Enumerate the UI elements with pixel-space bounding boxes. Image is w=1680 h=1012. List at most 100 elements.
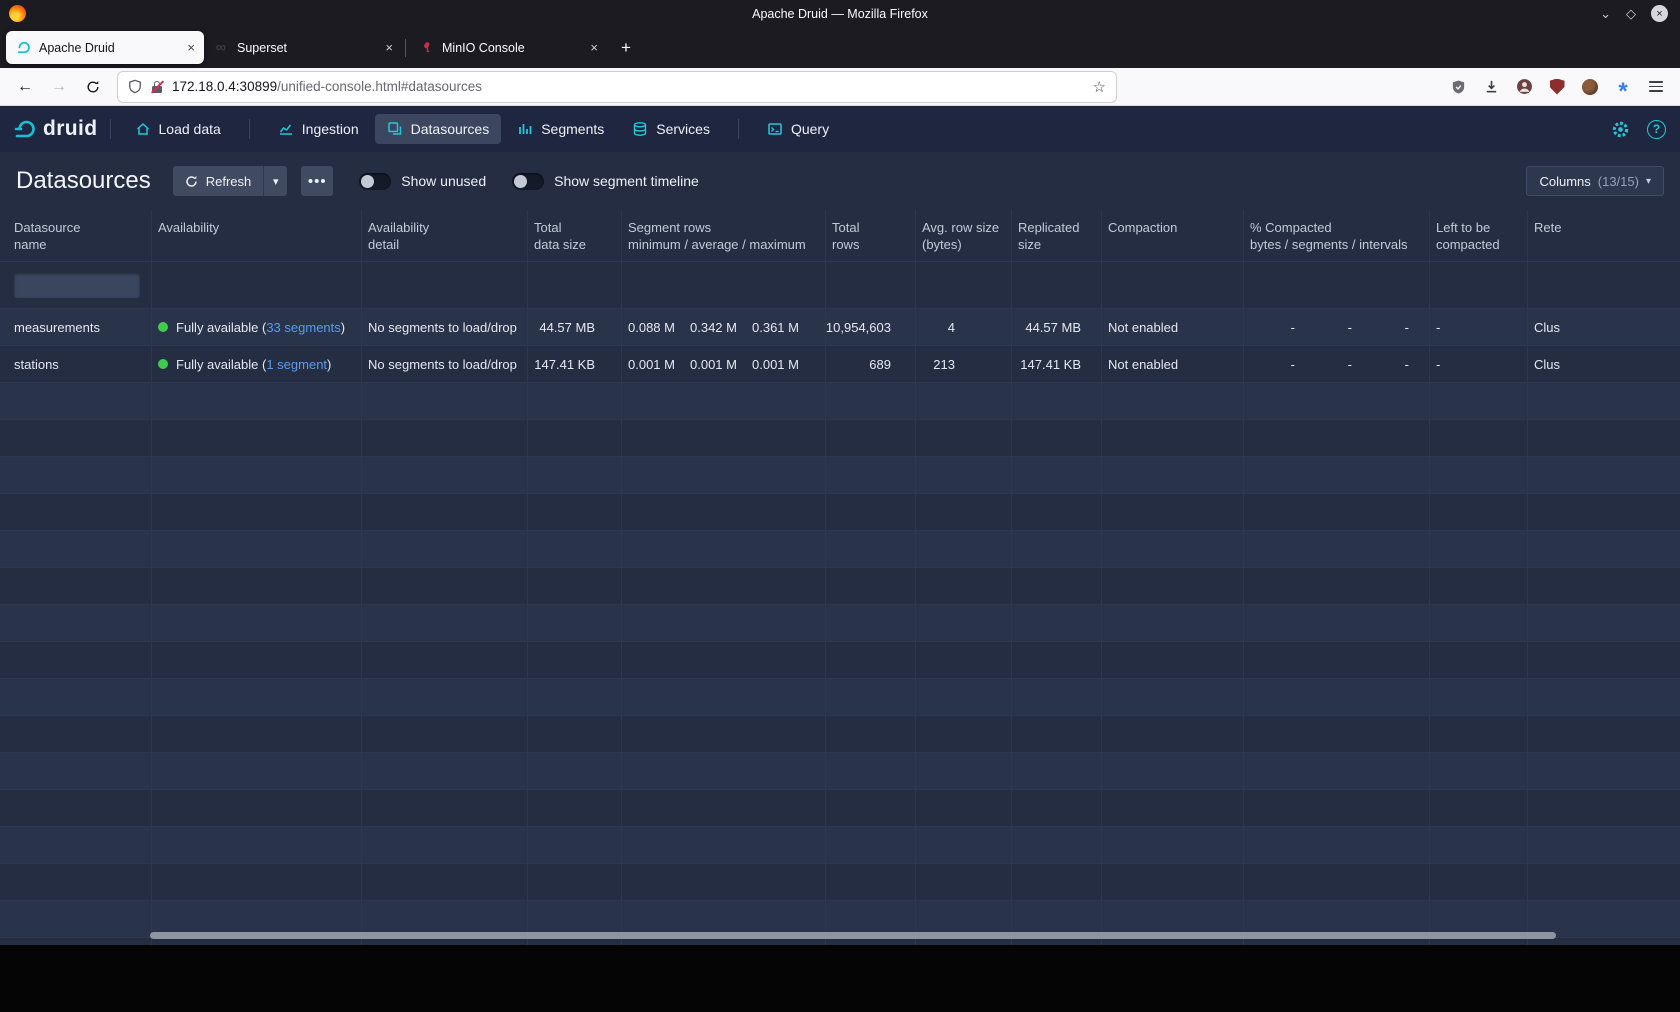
account-icon[interactable]	[1514, 77, 1534, 97]
new-tab-button[interactable]: +	[611, 33, 641, 63]
col-header-percent-compacted[interactable]: % Compactedbytes / segments / intervals	[1244, 210, 1430, 262]
nav-label: Datasources	[411, 121, 490, 137]
columns-count: (13/15)	[1598, 174, 1639, 189]
empty-table-row	[0, 716, 1680, 753]
cell-avg-row-size: 4	[916, 309, 1012, 346]
nav-datasources[interactable]: Datasources	[375, 114, 502, 144]
caret-down-icon: ▾	[1646, 176, 1651, 187]
reload-button[interactable]	[78, 73, 108, 101]
druid-logo[interactable]: druid	[14, 117, 98, 141]
minio-favicon-icon	[418, 40, 434, 56]
nav-segments[interactable]: Segments	[505, 114, 616, 144]
help-icon[interactable]: ?	[1647, 120, 1666, 139]
refresh-split-button: Refresh ▾	[173, 166, 288, 196]
table-filter-row	[0, 262, 1680, 309]
col-header-compaction[interactable]: Compaction	[1102, 210, 1244, 262]
columns-label: Columns	[1539, 174, 1590, 189]
col-header-avg-row-size[interactable]: Avg. row size(bytes)	[916, 210, 1012, 262]
cell-total-data-size: 44.57 MB	[528, 309, 622, 346]
switch-knob	[361, 175, 374, 188]
url-text[interactable]: 172.18.0.4:30899/unified-console.html#da…	[172, 79, 1085, 94]
more-actions-button[interactable]: •••	[301, 166, 333, 196]
empty-table-row	[0, 420, 1680, 457]
nav-load-data[interactable]: Load data	[123, 114, 233, 144]
database-icon	[632, 121, 648, 137]
nav-label: Query	[791, 121, 829, 137]
empty-table-row	[0, 938, 1680, 945]
console-icon	[767, 121, 783, 137]
chart-icon	[278, 121, 294, 137]
window-minimize-icon[interactable]: ⌄	[1600, 7, 1611, 20]
extension-flower-icon[interactable]: *	[1613, 77, 1633, 97]
tracking-protection-shield-icon[interactable]	[128, 79, 142, 94]
cell-availability-detail: No segments to load/drop	[362, 309, 528, 346]
cell-availability-detail: No segments to load/drop	[362, 346, 528, 383]
empty-table-row	[0, 790, 1680, 827]
home-icon	[135, 121, 151, 137]
window-close-icon[interactable]: ×	[1651, 5, 1668, 22]
switch-track[interactable]	[512, 173, 544, 190]
col-header-retention[interactable]: Rete	[1528, 210, 1680, 262]
insecure-connection-lock-icon[interactable]	[150, 80, 164, 94]
browser-window: Apache Druid — Mozilla Firefox ⌄ ◇ × Apa…	[0, 0, 1680, 945]
table-header-row: Datasourcename Availability Availability…	[0, 210, 1680, 262]
col-header-replicated-size[interactable]: Replicatedsize	[1012, 210, 1102, 262]
tab-close-icon[interactable]: ×	[187, 40, 195, 55]
menu-icon[interactable]	[1646, 77, 1666, 97]
columns-button[interactable]: Columns (13/15) ▾	[1526, 166, 1664, 196]
switch-label: Show segment timeline	[554, 173, 699, 189]
nav-query[interactable]: Query	[755, 114, 841, 144]
col-header-segment-rows[interactable]: Segment rowsminimum / average / maximum	[622, 210, 826, 262]
col-header-left-to-be-compacted[interactable]: Left to becompacted	[1430, 210, 1528, 262]
window-maximize-icon[interactable]: ◇	[1626, 7, 1636, 20]
ublock-origin-icon[interactable]	[1547, 77, 1567, 97]
segments-link[interactable]: 33 segments	[266, 320, 340, 335]
tab-superset[interactable]: ∞ Superset ×	[204, 31, 402, 64]
downloads-icon[interactable]	[1481, 77, 1501, 97]
switch-track[interactable]	[359, 173, 391, 190]
col-header-total-data-size[interactable]: Totaldata size	[528, 210, 622, 262]
forward-button[interactable]: →	[44, 73, 74, 101]
refresh-label: Refresh	[206, 174, 252, 189]
horizontal-scrollbar[interactable]	[150, 932, 1556, 939]
back-button[interactable]: ←	[10, 73, 40, 101]
cell-compaction: Not enabled	[1102, 309, 1244, 346]
url-bar[interactable]: 172.18.0.4:30899/unified-console.html#da…	[118, 72, 1116, 102]
empty-table-row	[0, 494, 1680, 531]
settings-gear-icon[interactable]	[1611, 120, 1630, 139]
tab-apache-druid[interactable]: Apache Druid ×	[6, 31, 204, 64]
nav-label: Ingestion	[302, 121, 359, 137]
nav-ingestion[interactable]: Ingestion	[266, 114, 371, 144]
tab-label: Superset	[237, 41, 287, 55]
empty-table-row	[0, 383, 1680, 420]
empty-table-row	[0, 864, 1680, 901]
bars-icon	[517, 121, 533, 137]
col-header-availability-detail[interactable]: Availabilitydetail	[362, 210, 528, 262]
refresh-dropdown-button[interactable]: ▾	[263, 166, 287, 196]
segments-link[interactable]: 1 segment	[266, 357, 327, 372]
refresh-button[interactable]: Refresh	[173, 166, 264, 196]
show-segment-timeline-switch[interactable]: Show segment timeline	[512, 173, 699, 190]
datasource-name-filter-input[interactable]	[14, 273, 140, 298]
superset-favicon-icon: ∞	[213, 40, 229, 56]
switch-knob	[514, 175, 527, 188]
cell-percent-compacted: ---	[1244, 309, 1430, 346]
profile-avatar-icon[interactable]	[1580, 77, 1600, 97]
extension-badge-icon[interactable]	[1448, 77, 1468, 97]
cell-replicated-size: 44.57 MB	[1012, 309, 1102, 346]
empty-table-row	[0, 568, 1680, 605]
tab-close-icon[interactable]: ×	[385, 40, 393, 55]
col-header-datasource-name[interactable]: Datasourcename	[0, 210, 152, 262]
col-header-availability[interactable]: Availability	[152, 210, 362, 262]
col-header-total-rows[interactable]: Totalrows	[826, 210, 916, 262]
tab-label: Apache Druid	[39, 41, 115, 55]
show-unused-switch[interactable]: Show unused	[359, 173, 486, 190]
tab-minio-console[interactable]: MinIO Console ×	[409, 31, 607, 64]
tab-separator	[405, 39, 406, 57]
bookmark-star-icon[interactable]: ☆	[1093, 78, 1106, 96]
tab-close-icon[interactable]: ×	[590, 40, 598, 55]
nav-services[interactable]: Services	[620, 114, 722, 144]
cell-segment-rows: 0.088 M0.342 M0.361 M	[622, 309, 826, 346]
cell-avg-row-size: 213	[916, 346, 1012, 383]
cell-replicated-size: 147.41 KB	[1012, 346, 1102, 383]
